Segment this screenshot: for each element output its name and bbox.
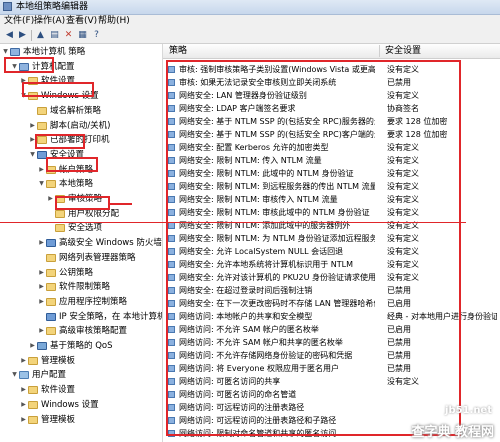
toolbar-separator [31, 30, 32, 41]
tree-node-label: 安全选项 [68, 223, 103, 234]
folder-icon [46, 253, 56, 262]
collapsed-arrow-icon[interactable]: ▶ [38, 267, 45, 279]
folder-icon [46, 268, 56, 277]
column-policy[interactable]: 策略 [169, 45, 187, 57]
tree-node-label: 软件设置 [41, 385, 76, 396]
up-icon[interactable]: ▲ [35, 30, 46, 41]
folder-icon [46, 283, 56, 292]
tree-node-label: 高级审核策略配置 [59, 326, 128, 337]
user-icon [19, 371, 29, 380]
back-icon[interactable]: ◀ [4, 30, 15, 41]
app-icon [3, 2, 12, 11]
annotation-box-security-options [55, 196, 110, 210]
delete-icon[interactable]: ✕ [63, 30, 74, 41]
collapsed-arrow-icon[interactable]: ▶ [20, 355, 27, 367]
folder-icon [28, 356, 38, 365]
expanded-arrow-icon[interactable]: ▼ [29, 149, 36, 161]
folder-icon [28, 400, 38, 409]
collapsed-arrow-icon[interactable]: ▶ [38, 237, 45, 249]
tree-node-label: 高级安全 Windows 防火墙 [59, 238, 162, 249]
menu-bar: 文件(F) 操作(A) 查看(V) 帮助(H) [0, 15, 500, 28]
menu-action[interactable]: 操作(A) [34, 16, 65, 27]
folder-icon [37, 106, 47, 115]
watermark-text: 查字典 教程网 [411, 425, 494, 440]
folder-icon [46, 297, 56, 306]
list-header: 策略 安全设置 [163, 44, 500, 59]
menu-file[interactable]: 文件(F) [4, 16, 34, 27]
tree-node-label: 脚本(启动/关机) [50, 120, 111, 131]
tree-node-label: Windows 设置 [41, 399, 99, 410]
collapsed-arrow-icon[interactable]: ▶ [29, 340, 36, 352]
show-tree-icon[interactable]: ▤ [49, 30, 60, 41]
collapsed-arrow-icon[interactable]: ▶ [20, 414, 27, 426]
collapsed-arrow-icon[interactable]: ▶ [38, 296, 45, 308]
tree-node-label: 软件限制策略 [59, 282, 111, 293]
tree-pane: ▼ 本地计算机 策略 ▼ 计算机配置 ▶ 软件设置 ▼ Windows 设置 域名解析策略 ▶ 脚本… [0, 44, 163, 442]
folder-icon [46, 180, 56, 189]
tree-node-label: 公钥策略 [59, 267, 94, 278]
tree-node-label: 管理模板 [41, 355, 76, 366]
folder-icon [28, 386, 38, 395]
tree-node-label: 域名解析策略 [50, 105, 102, 116]
tree-node-label: 基于策略的 QoS [50, 341, 113, 351]
watermark-site: jb51.net [445, 405, 492, 416]
menu-help[interactable]: 帮助(H) [98, 16, 130, 27]
collapsed-arrow-icon[interactable]: ▶ [20, 399, 27, 411]
shield-icon [46, 239, 56, 248]
properties-icon[interactable]: ▦ [77, 30, 88, 41]
chart-icon [37, 342, 47, 350]
tree-node-label: IP 安全策略，在 本地计算机 [59, 311, 163, 322]
folder-icon [28, 415, 38, 424]
help-icon[interactable]: ? [91, 30, 102, 41]
column-divider[interactable] [379, 45, 380, 57]
annotation-box-computer-config [4, 57, 54, 73]
title-bar: 本地组策略编辑器 [0, 0, 500, 15]
collapsed-arrow-icon[interactable]: ▶ [38, 281, 45, 293]
computer-icon [10, 48, 20, 56]
tree-node-label: 本地策略 [59, 179, 94, 190]
toolbar: ◀ ▶ ▲ ▤ ✕ ▦ ? [0, 28, 500, 44]
annotation-box-security-settings [35, 134, 85, 149]
window-title: 本地组策略编辑器 [16, 2, 89, 12]
column-setting[interactable]: 安全设置 [385, 45, 421, 57]
annotation-line [0, 222, 466, 223]
expanded-arrow-icon[interactable]: ▼ [38, 178, 45, 190]
annotation-box-policy-list [166, 60, 461, 436]
shield-icon [46, 312, 56, 321]
folder-icon [55, 209, 65, 218]
folder-icon [46, 327, 56, 336]
collapsed-arrow-icon[interactable]: ▶ [38, 164, 45, 176]
forward-icon[interactable]: ▶ [17, 30, 28, 41]
collapsed-arrow-icon[interactable]: ▶ [38, 325, 45, 337]
collapsed-arrow-icon[interactable]: ▶ [47, 193, 54, 205]
folder-icon [37, 121, 47, 130]
collapsed-arrow-icon[interactable]: ▶ [20, 384, 27, 396]
folder-icon [55, 224, 65, 233]
annotation-arrow [110, 203, 132, 205]
collapsed-arrow-icon[interactable]: ▶ [29, 120, 36, 132]
annotation-box-windows-settings [22, 82, 94, 97]
expanded-arrow-icon[interactable]: ▼ [11, 369, 18, 381]
tree-node-label: 网络列表管理器策略 [59, 252, 136, 263]
tree-node-label: 用户配置 [32, 370, 67, 381]
menu-view[interactable]: 查看(V) [66, 16, 97, 27]
tree-node-label: 管理模板 [41, 414, 76, 425]
annotation-box-local-policies [46, 157, 98, 172]
tree-node-label: 应用程序控制策略 [59, 296, 128, 307]
